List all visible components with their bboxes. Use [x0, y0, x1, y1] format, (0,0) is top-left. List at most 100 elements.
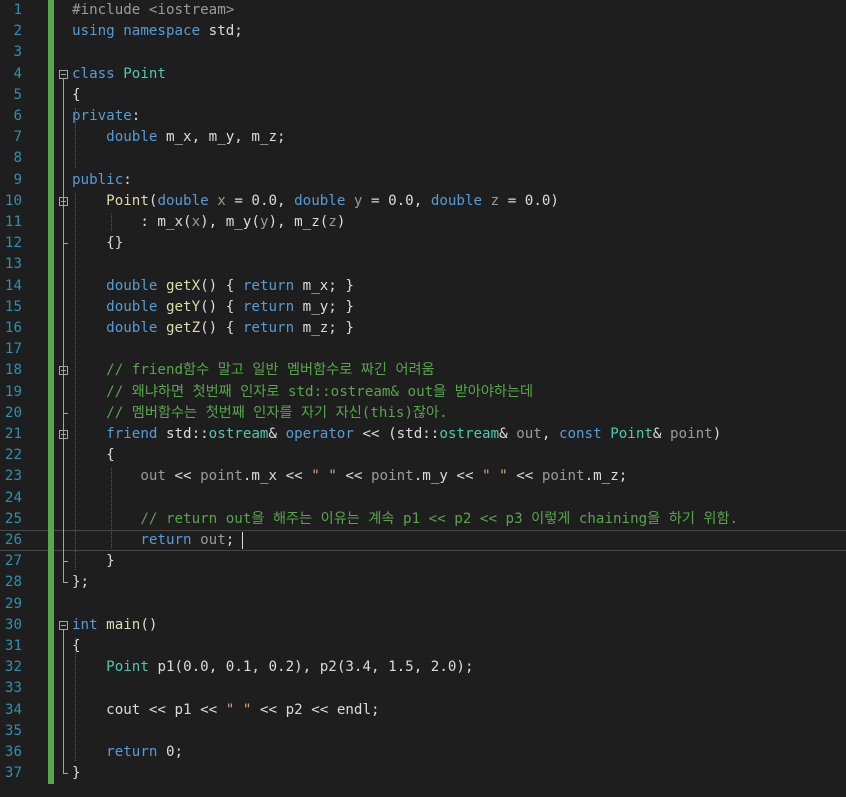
code-text[interactable]: : m_x(x), m_y(y), m_z(z)	[72, 212, 345, 233]
code-text[interactable]: {}	[72, 233, 123, 254]
code-line[interactable]: 22 {	[0, 445, 846, 466]
code-text[interactable]: out << point.m_x << " " << point.m_y << …	[72, 466, 627, 487]
line-number: 14	[4, 277, 22, 294]
code-line[interactable]: 21 friend std::ostream& operator << (std…	[0, 424, 846, 445]
code-text[interactable]: // 왜냐하면 첫번째 인자로 std::ostream& out을 받아야하는…	[72, 382, 533, 403]
code-line[interactable]: 24	[0, 488, 846, 509]
code-text[interactable]: double getX() { return m_x; }	[72, 276, 354, 297]
line-number: 28	[4, 574, 22, 591]
code-line[interactable]: 8	[0, 148, 846, 169]
code-line[interactable]: 2 using namespace std;	[0, 21, 846, 42]
code-editor[interactable]: 1 #include <iostream> 2 using namespace std…	[0, 0, 846, 797]
code-text[interactable]: friend std::ostream& operator << (std::o…	[72, 424, 721, 445]
code-line[interactable]: 26 return out;	[0, 530, 846, 552]
code-token: :	[131, 108, 141, 124]
code-line[interactable]: 5{	[0, 85, 846, 106]
code-line[interactable]: 11 : m_x(x), m_y(y), m_z(z)	[0, 212, 846, 233]
code-text[interactable]: double getZ() { return m_z; }	[72, 318, 354, 339]
collapse-toggle-icon[interactable]	[59, 69, 68, 79]
code-line[interactable]: 35	[0, 721, 846, 742]
code-line[interactable]: 18 // friend함수 말고 일반 멤버함수로 짜긴 어려움	[0, 360, 846, 381]
code-line[interactable]: 25 // return out을 해주는 이유는 계속 p1 << p2 <<…	[0, 509, 846, 530]
code-token: double	[294, 192, 346, 209]
line-number: 18	[4, 362, 22, 379]
code-text[interactable]: double m_x, m_y, m_z;	[72, 127, 285, 148]
code-line[interactable]: 15 double getY() { return m_y; }	[0, 297, 846, 318]
line-number: 31	[4, 638, 22, 654]
code-line[interactable]: 36 return 0;	[0, 742, 846, 763]
code-text[interactable]: class Point	[72, 64, 166, 85]
code-token: friend	[106, 426, 158, 442]
code-token: <<	[336, 468, 371, 485]
code-text[interactable]: {	[72, 445, 115, 466]
code-line[interactable]: 34 cout << p1 << " " << p2 << endl;	[0, 700, 846, 721]
code-line[interactable]: 17	[0, 339, 846, 360]
code-line[interactable]: 23 out << point.m_x << " " << point.m_y …	[0, 466, 846, 487]
code-token: double	[106, 129, 158, 146]
code-text[interactable]: };	[72, 572, 89, 593]
code-token: x	[191, 214, 201, 230]
code-line[interactable]: 19 // 왜냐하면 첫번째 인자로 std::ostream& out을 받아…	[0, 382, 846, 403]
code-token: " "	[225, 701, 252, 718]
code-line[interactable]: 31 {	[0, 636, 846, 657]
code-line[interactable]: 12 {}	[0, 233, 846, 254]
code-text[interactable]: double getY() { return m_y; }	[72, 297, 354, 318]
code-line[interactable]: 9 public:	[0, 170, 846, 191]
code-token: return	[242, 298, 295, 315]
code-text[interactable]: Point p1(0.0, 0.1, 0.2), p2(3.4, 1.5, 2.…	[72, 657, 473, 678]
code-text[interactable]: }	[72, 551, 115, 572]
code-token: ()	[140, 616, 158, 633]
code-line[interactable]: 4 class Point	[0, 64, 846, 85]
line-number: 8	[13, 150, 22, 167]
code-token: Point	[106, 659, 149, 676]
code-token: 0;	[157, 744, 184, 760]
code-line[interactable]: 6 private:	[0, 106, 846, 127]
line-number: 27	[4, 553, 22, 570]
code-text[interactable]: private:	[72, 106, 140, 127]
code-token: .m_x <<	[242, 468, 312, 485]
code-token: {	[72, 447, 115, 464]
code-line[interactable]: 13	[0, 254, 846, 275]
code-line[interactable]: 16 double getZ() { return m_z; }	[0, 318, 846, 339]
code-text[interactable]: using namespace std;	[72, 21, 243, 42]
code-token: ), m_y(	[200, 214, 260, 230]
code-text[interactable]: return 0;	[72, 742, 183, 763]
fold-region-line	[63, 629, 64, 774]
code-text[interactable]: {	[72, 636, 81, 657]
code-text[interactable]: public:	[72, 170, 132, 191]
code-token: () {	[200, 320, 243, 336]
code-line[interactable]: 20 // 멤버함수는 첫번째 인자를 자기 자신(this)잖아.	[0, 403, 846, 424]
code-text[interactable]: int main()	[72, 615, 157, 636]
code-token: = 0.0,	[225, 192, 295, 209]
code-text[interactable]: }	[72, 763, 81, 784]
code-text[interactable]: Point(double x = 0.0, double y = 0.0, do…	[72, 191, 559, 212]
code-text[interactable]: return out;	[72, 531, 234, 550]
code-line[interactable]: 37}	[0, 763, 846, 784]
code-text[interactable]: cout << p1 << " " << p2 << endl;	[72, 700, 379, 721]
code-line[interactable]: 28};	[0, 572, 846, 593]
code-token: :	[123, 171, 132, 188]
code-text[interactable]: // 멤버함수는 첫번째 인자를 자기 자신(this)잖아.	[72, 403, 448, 424]
code-line[interactable]: 3	[0, 42, 846, 63]
code-text[interactable]: // return out을 해주는 이유는 계속 p1 << p2 << p3…	[72, 509, 738, 530]
code-token: Point	[106, 192, 149, 209]
code-token: double	[157, 192, 209, 209]
code-text[interactable]: {	[72, 85, 81, 106]
code-line[interactable]: 7 double m_x, m_y, m_z;	[0, 127, 846, 148]
code-line[interactable]: 33	[0, 678, 846, 699]
code-line[interactable]: 1 #include <iostream>	[0, 0, 846, 21]
code-line[interactable]: 10 Point(double x = 0.0, double y = 0.0,…	[0, 191, 846, 212]
code-line[interactable]: 32 Point p1(0.0, 0.1, 0.2), p2(3.4, 1.5,…	[0, 657, 846, 678]
code-text[interactable]: // friend함수 말고 일반 멤버함수로 짜긴 어려움	[72, 360, 434, 381]
collapse-toggle-icon[interactable]	[59, 620, 68, 630]
code-text[interactable]: #include <iostream>	[72, 0, 234, 21]
code-token: ;	[225, 532, 235, 548]
code-line[interactable]: 30 int main()	[0, 615, 846, 636]
line-number: 20	[4, 404, 22, 421]
code-line[interactable]: 29	[0, 594, 846, 615]
code-line[interactable]: 27 }	[0, 551, 846, 572]
code-line[interactable]: 14 double getX() { return m_x; }	[0, 276, 846, 297]
code-token: // 멤버함수는 첫번째 인자를 자기 자신(this)잖아.	[106, 404, 448, 421]
